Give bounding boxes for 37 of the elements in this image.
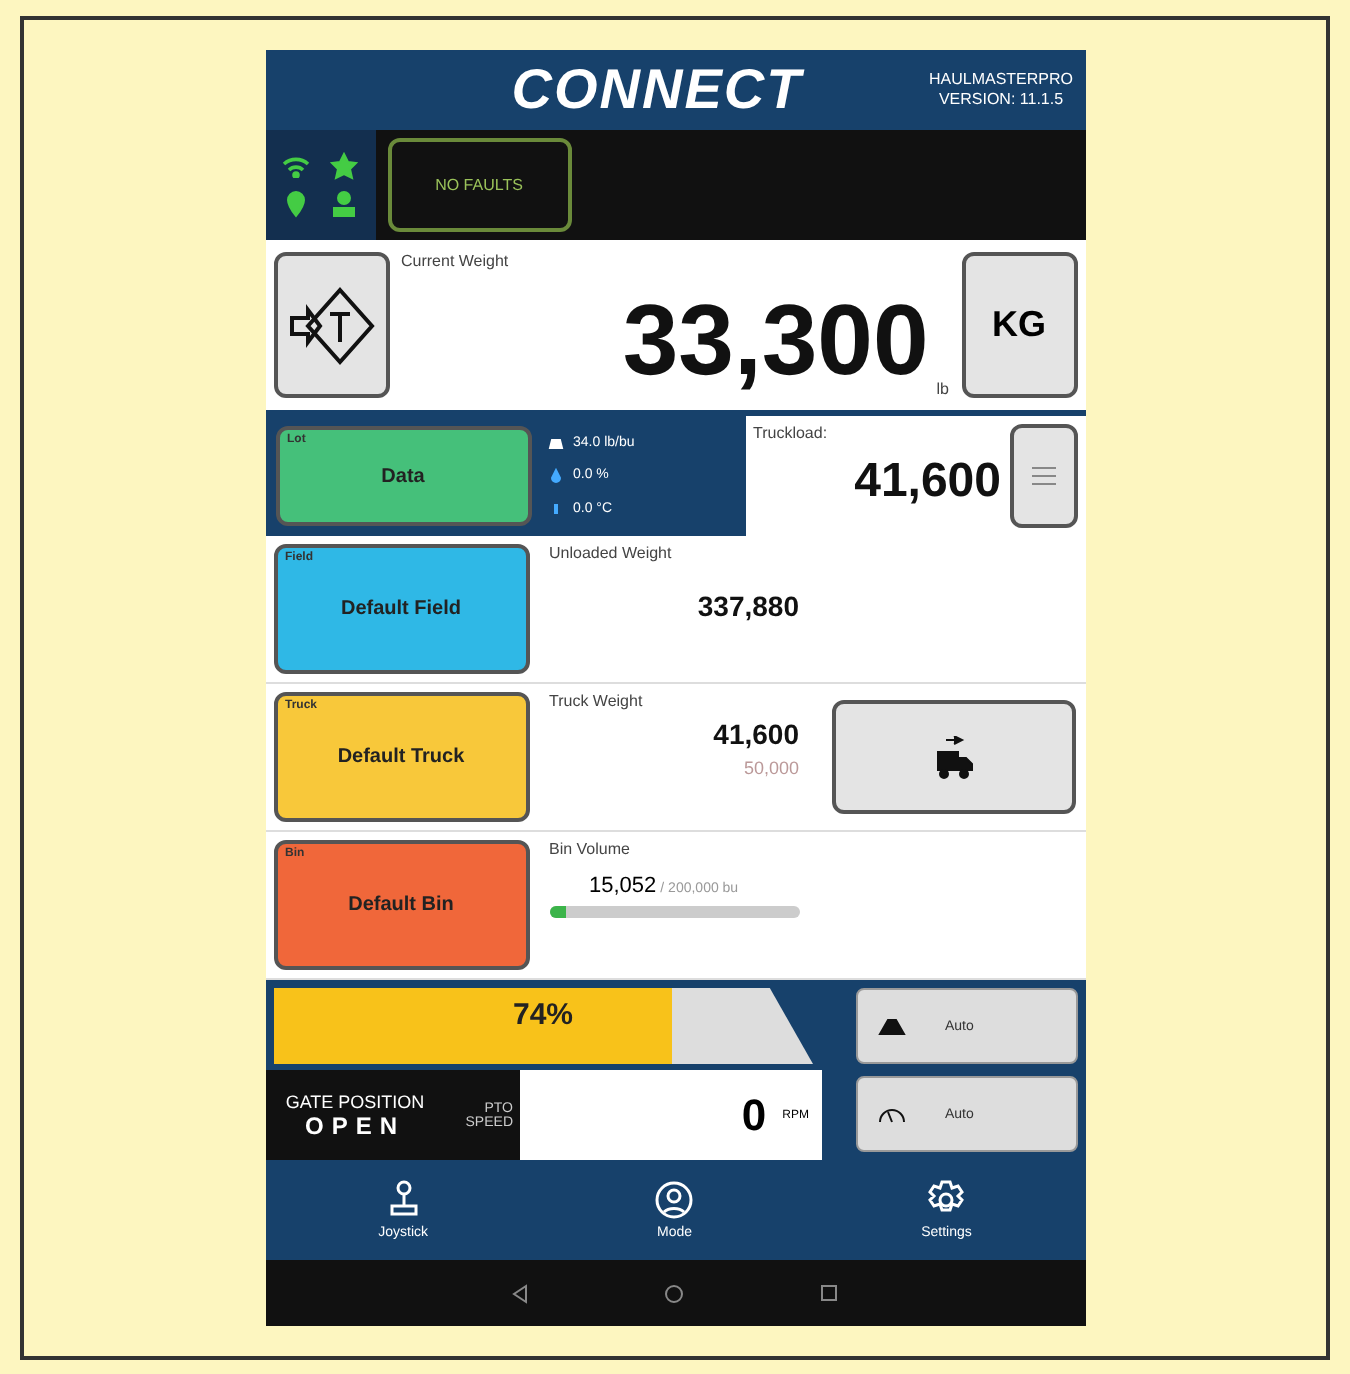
list-icon (1029, 464, 1057, 488)
gate-position-label: GATE POSITION (285, 1091, 425, 1111)
row-label: Unloaded Weight (549, 544, 674, 562)
unit-button[interactable]: KG (961, 252, 1077, 398)
row-value: 337,880 (697, 590, 799, 622)
no-faults-indicator: NO FAULTS (387, 138, 571, 232)
app-logo: CONNECT (509, 58, 807, 122)
row-label: Truck Weight (549, 692, 645, 710)
weight-icon (877, 1016, 905, 1036)
current-weight-label: Current Weight (401, 252, 511, 270)
truck-capacity: 50,000 (743, 758, 799, 778)
star-icon (329, 151, 358, 180)
recent-apps-icon[interactable] (819, 1284, 838, 1302)
list-button[interactable] (1009, 424, 1077, 528)
fill-level-text: 74% (510, 998, 576, 1032)
gate-position-value: OPEN (304, 1111, 405, 1139)
back-icon[interactable] (512, 1283, 529, 1303)
unit-label: lb (936, 380, 949, 398)
truckload-value: 41,600 (854, 454, 1001, 510)
truck-unload-button[interactable] (831, 700, 1075, 814)
current-weight-value: 33,300 (622, 282, 929, 398)
tare-button[interactable] (273, 252, 389, 398)
person-circle-icon (654, 1180, 695, 1220)
home-icon[interactable] (663, 1283, 684, 1303)
version-text: VERSION: 11.1.5 (936, 90, 1066, 110)
row-value: 41,600 (713, 718, 799, 750)
bin-volume-value: 15,052 (589, 874, 657, 898)
gauge-icon (877, 1104, 905, 1124)
product-name: HAULMASTERPRO (928, 70, 1073, 90)
drop-icon (547, 467, 563, 484)
truckload-label: Truckload: (753, 424, 830, 442)
truck-icon (933, 735, 973, 779)
wifi-icon (282, 153, 311, 178)
location-pin-icon (284, 190, 309, 219)
weight-icon (547, 434, 563, 451)
person-icon (331, 190, 356, 219)
row-label: Bin Volume (549, 840, 632, 858)
